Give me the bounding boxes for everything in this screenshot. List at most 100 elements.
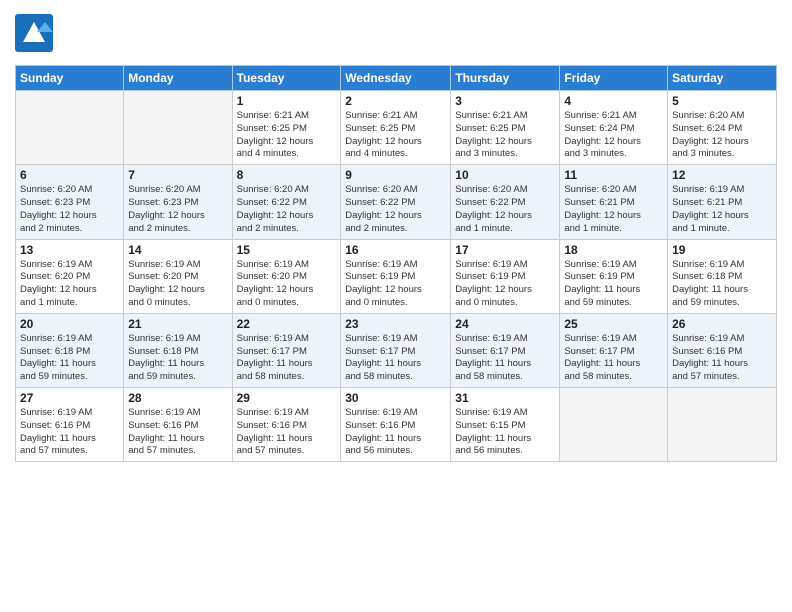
day-number: 21: [128, 317, 227, 331]
calendar-cell: 10 Sunrise: 6:20 AM Sunset: 6:22 PM Dayli…: [451, 165, 560, 239]
day-number: 22: [237, 317, 337, 331]
day-number: 11: [564, 168, 663, 182]
weekday-header: Thursday: [451, 66, 560, 91]
day-info: Sunrise: 6:19 AM Sunset: 6:19 PM Dayligh…: [564, 259, 663, 310]
weekday-header: Tuesday: [232, 66, 341, 91]
day-number: 25: [564, 317, 663, 331]
calendar-cell: 11 Sunrise: 6:20 AM Sunset: 6:21 PM Dayli…: [560, 165, 668, 239]
calendar-cell: 30 Sunrise: 6:19 AM Sunset: 6:16 PM Dayli…: [341, 388, 451, 462]
day-info: Sunrise: 6:19 AM Sunset: 6:21 PM Dayligh…: [672, 184, 772, 235]
calendar-cell: 6 Sunrise: 6:20 AM Sunset: 6:23 PM Daylig…: [16, 165, 124, 239]
calendar-cell: 20 Sunrise: 6:19 AM Sunset: 6:18 PM Dayli…: [16, 313, 124, 387]
day-number: 3: [455, 94, 555, 108]
day-number: 23: [345, 317, 446, 331]
calendar-cell: 2 Sunrise: 6:21 AM Sunset: 6:25 PM Daylig…: [341, 91, 451, 165]
calendar-cell: 4 Sunrise: 6:21 AM Sunset: 6:24 PM Daylig…: [560, 91, 668, 165]
calendar-cell: 31Sunrise: 6:19 AM Sunset: 6:15 PM Dayli…: [451, 388, 560, 462]
day-number: 9: [345, 168, 446, 182]
calendar-cell: 14 Sunrise: 6:19 AM Sunset: 6:20 PM Dayli…: [124, 239, 232, 313]
day-info: Sunrise: 6:21 AM Sunset: 6:25 PM Dayligh…: [345, 110, 446, 161]
day-info: Sunrise: 6:20 AM Sunset: 6:23 PM Dayligh…: [128, 184, 227, 235]
day-info: Sunrise: 6:19 AM Sunset: 6:16 PM Dayligh…: [672, 333, 772, 384]
calendar-cell: 7Sunrise: 6:20 AM Sunset: 6:23 PM Daylig…: [124, 165, 232, 239]
calendar-cell: 17Sunrise: 6:19 AM Sunset: 6:19 PM Dayli…: [451, 239, 560, 313]
day-info: Sunrise: 6:19 AM Sunset: 6:18 PM Dayligh…: [128, 333, 227, 384]
calendar-cell: [16, 91, 124, 165]
calendar-cell: 18 Sunrise: 6:19 AM Sunset: 6:19 PM Dayli…: [560, 239, 668, 313]
day-info: Sunrise: 6:19 AM Sunset: 6:18 PM Dayligh…: [20, 333, 119, 384]
calendar-week-row: 20 Sunrise: 6:19 AM Sunset: 6:18 PM Dayli…: [16, 313, 777, 387]
weekday-header: Monday: [124, 66, 232, 91]
calendar-cell: 15 Sunrise: 6:19 AM Sunset: 6:20 PM Dayli…: [232, 239, 341, 313]
calendar-cell: 21 Sunrise: 6:19 AM Sunset: 6:18 PM Dayli…: [124, 313, 232, 387]
day-number: 10: [455, 168, 555, 182]
day-number: 29: [237, 391, 337, 405]
day-info: Sunrise: 6:20 AM Sunset: 6:23 PM Dayligh…: [20, 184, 119, 235]
day-number: 19: [672, 243, 772, 257]
calendar-cell: [668, 388, 777, 462]
calendar-cell: 5 Sunrise: 6:20 AM Sunset: 6:24 PM Daylig…: [668, 91, 777, 165]
calendar-cell: 13 Sunrise: 6:19 AM Sunset: 6:20 PM Dayli…: [16, 239, 124, 313]
day-number: 13: [20, 243, 119, 257]
calendar-cell: 24Sunrise: 6:19 AM Sunset: 6:17 PM Dayli…: [451, 313, 560, 387]
day-number: 26: [672, 317, 772, 331]
day-info: Sunrise: 6:19 AM Sunset: 6:16 PM Dayligh…: [345, 407, 446, 458]
day-number: 4: [564, 94, 663, 108]
weekday-header: Wednesday: [341, 66, 451, 91]
day-number: 28: [128, 391, 227, 405]
day-number: 24: [455, 317, 555, 331]
calendar-header-row: SundayMondayTuesdayWednesdayThursdayFrid…: [16, 66, 777, 91]
day-info: Sunrise: 6:19 AM Sunset: 6:19 PM Dayligh…: [455, 259, 555, 310]
calendar-cell: 8 Sunrise: 6:20 AM Sunset: 6:22 PM Daylig…: [232, 165, 341, 239]
calendar-cell: 25Sunrise: 6:19 AM Sunset: 6:17 PM Dayli…: [560, 313, 668, 387]
calendar-cell: 19 Sunrise: 6:19 AM Sunset: 6:18 PM Dayli…: [668, 239, 777, 313]
calendar-week-row: 6 Sunrise: 6:20 AM Sunset: 6:23 PM Daylig…: [16, 165, 777, 239]
calendar-week-row: 27 Sunrise: 6:19 AM Sunset: 6:16 PM Dayli…: [16, 388, 777, 462]
calendar-cell: 23Sunrise: 6:19 AM Sunset: 6:17 PM Dayli…: [341, 313, 451, 387]
day-info: Sunrise: 6:21 AM Sunset: 6:24 PM Dayligh…: [564, 110, 663, 161]
calendar-cell: 12 Sunrise: 6:19 AM Sunset: 6:21 PM Dayli…: [668, 165, 777, 239]
day-info: Sunrise: 6:20 AM Sunset: 6:21 PM Dayligh…: [564, 184, 663, 235]
page: SundayMondayTuesdayWednesdayThursdayFrid…: [0, 0, 792, 612]
day-number: 8: [237, 168, 337, 182]
logo-icon: [15, 14, 53, 52]
day-info: Sunrise: 6:20 AM Sunset: 6:22 PM Dayligh…: [237, 184, 337, 235]
calendar-cell: [560, 388, 668, 462]
day-number: 6: [20, 168, 119, 182]
calendar-table: SundayMondayTuesdayWednesdayThursdayFrid…: [15, 65, 777, 462]
header: [15, 10, 777, 57]
calendar-cell: 22 Sunrise: 6:19 AM Sunset: 6:17 PM Dayli…: [232, 313, 341, 387]
day-number: 2: [345, 94, 446, 108]
weekday-header: Sunday: [16, 66, 124, 91]
day-info: Sunrise: 6:19 AM Sunset: 6:16 PM Dayligh…: [237, 407, 337, 458]
calendar-cell: [124, 91, 232, 165]
day-info: Sunrise: 6:19 AM Sunset: 6:17 PM Dayligh…: [237, 333, 337, 384]
weekday-header: Friday: [560, 66, 668, 91]
calendar-cell: 9Sunrise: 6:20 AM Sunset: 6:22 PM Daylig…: [341, 165, 451, 239]
day-info: Sunrise: 6:19 AM Sunset: 6:16 PM Dayligh…: [20, 407, 119, 458]
day-info: Sunrise: 6:21 AM Sunset: 6:25 PM Dayligh…: [455, 110, 555, 161]
calendar-cell: 3 Sunrise: 6:21 AM Sunset: 6:25 PM Daylig…: [451, 91, 560, 165]
day-number: 18: [564, 243, 663, 257]
calendar-cell: 26 Sunrise: 6:19 AM Sunset: 6:16 PM Dayli…: [668, 313, 777, 387]
day-info: Sunrise: 6:19 AM Sunset: 6:20 PM Dayligh…: [20, 259, 119, 310]
day-info: Sunrise: 6:21 AM Sunset: 6:25 PM Dayligh…: [237, 110, 337, 161]
day-info: Sunrise: 6:19 AM Sunset: 6:18 PM Dayligh…: [672, 259, 772, 310]
day-number: 30: [345, 391, 446, 405]
calendar-cell: 27 Sunrise: 6:19 AM Sunset: 6:16 PM Dayli…: [16, 388, 124, 462]
day-number: 1: [237, 94, 337, 108]
day-info: Sunrise: 6:20 AM Sunset: 6:24 PM Dayligh…: [672, 110, 772, 161]
day-number: 20: [20, 317, 119, 331]
day-number: 15: [237, 243, 337, 257]
day-info: Sunrise: 6:19 AM Sunset: 6:20 PM Dayligh…: [237, 259, 337, 310]
day-info: Sunrise: 6:19 AM Sunset: 6:20 PM Dayligh…: [128, 259, 227, 310]
day-number: 12: [672, 168, 772, 182]
day-number: 14: [128, 243, 227, 257]
calendar-cell: 29 Sunrise: 6:19 AM Sunset: 6:16 PM Dayli…: [232, 388, 341, 462]
day-info: Sunrise: 6:19 AM Sunset: 6:19 PM Dayligh…: [345, 259, 446, 310]
logo: [15, 14, 57, 57]
day-number: 27: [20, 391, 119, 405]
calendar-week-row: 13 Sunrise: 6:19 AM Sunset: 6:20 PM Dayli…: [16, 239, 777, 313]
day-number: 5: [672, 94, 772, 108]
day-info: Sunrise: 6:20 AM Sunset: 6:22 PM Dayligh…: [455, 184, 555, 235]
